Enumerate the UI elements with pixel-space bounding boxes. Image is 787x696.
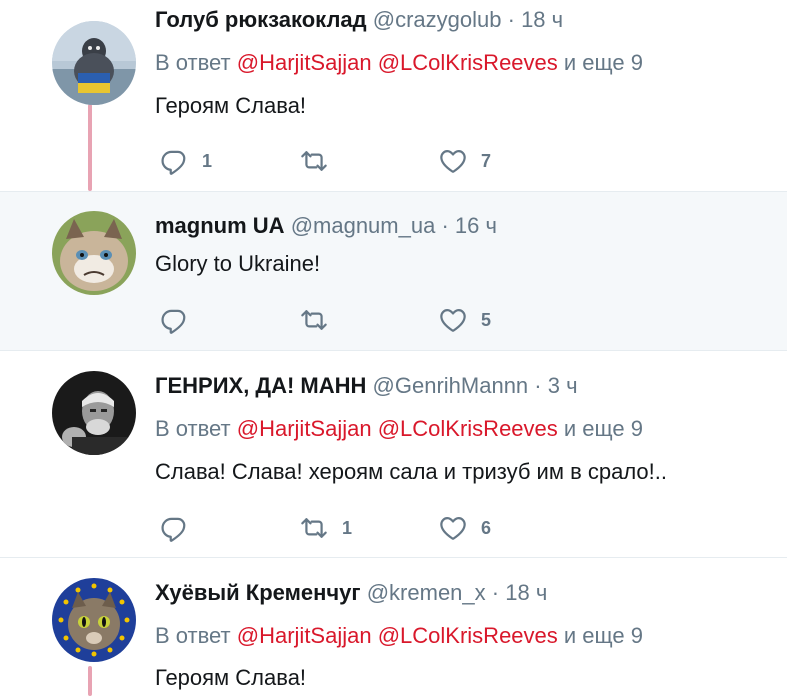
reply-others[interactable]: и еще 9 [564,50,643,75]
thread-line [88,104,92,191]
reply-prefix: В ответ [155,416,231,441]
author-name[interactable]: Хуёвый Кременчуг [155,580,361,605]
tweet-header: magnum UA @magnum_ua · 16 ч [155,213,497,239]
timestamp[interactable]: 18 ч [521,7,563,32]
author-handle[interactable]: @crazygolub [373,7,502,32]
retweet-button[interactable]: 1 [300,513,352,543]
tweet-header: Хуёвый Кременчуг @kremen_x · 18 ч [155,580,547,606]
author-name[interactable]: magnum UA [155,213,285,238]
reply-button[interactable]: 1 [160,146,212,176]
author-handle[interactable]: @kremen_x [367,580,486,605]
author-handle[interactable]: @magnum_ua [291,213,436,238]
mention-link[interactable]: @LColKrisReeves [378,50,558,75]
pigeon-avatar[interactable] [52,21,136,105]
like-count: 5 [481,309,492,330]
mention-link[interactable]: @LColKrisReeves [378,416,558,441]
retweet-icon [300,147,328,175]
like-count: 6 [481,517,492,538]
tweet-1[interactable]: Голуб рюкзакоклад @crazygolub · 18 ч В о… [0,0,787,191]
thread-line [88,666,92,696]
reply-context: В ответ @HarjitSajjan @LColKrisReeves и … [155,416,643,442]
action-bar: 5 [155,305,555,335]
action-bar: 1 6 [155,513,555,543]
tweet-text: Героям Слава! [155,93,307,118]
reply-icon [160,514,188,542]
tweet-3[interactable]: ГЕНРИХ, ДА! МАНН @GenrihMannn · 3 ч В от… [0,350,787,557]
reply-prefix: В ответ [155,623,231,648]
like-button[interactable]: 5 [439,305,491,335]
reply-icon [160,147,188,175]
mention-link[interactable]: @HarjitSajjan [237,50,372,75]
tweet-text: Героям Слава! [155,665,307,690]
retweet-button[interactable] [300,146,342,176]
tweet-text: Слава! Слава! хероям сала и тризуб им в … [155,459,668,484]
reply-button[interactable] [160,513,202,543]
mention-link[interactable]: @HarjitSajjan [237,623,372,648]
reply-context: В ответ @HarjitSajjan @LColKrisReeves и … [155,623,643,649]
grumpy-cat-avatar[interactable] [52,211,136,295]
retweet-icon [300,306,328,334]
reply-others[interactable]: и еще 9 [564,623,643,648]
like-count: 7 [481,150,492,171]
retweet-icon [300,514,328,542]
heart-icon [439,514,467,542]
author-name[interactable]: Голуб рюкзакоклад [155,7,367,32]
author-name[interactable]: ГЕНРИХ, ДА! МАНН [155,373,366,398]
separator-dot: · [441,213,449,238]
retweet-button[interactable] [300,305,342,335]
heart-icon [439,147,467,175]
timestamp[interactable]: 18 ч [505,580,547,605]
reply-others[interactable]: и еще 9 [564,416,643,441]
eu-cat-avatar[interactable] [52,578,136,662]
retweet-count: 1 [342,517,353,538]
author-handle[interactable]: @GenrihMannn [373,373,529,398]
timestamp[interactable]: 3 ч [548,373,578,398]
reply-count: 1 [202,150,213,171]
mention-link[interactable]: @HarjitSajjan [237,416,372,441]
man-portrait-avatar[interactable] [52,371,136,455]
tweet-header: ГЕНРИХ, ДА! МАНН @GenrihMannn · 3 ч [155,373,578,399]
tweet-text: Glory to Ukraine! [155,251,321,276]
reply-context: В ответ @HarjitSajjan @LColKrisReeves и … [155,50,643,76]
reply-button[interactable] [160,305,202,335]
reply-icon [160,306,188,334]
timestamp[interactable]: 16 ч [455,213,497,238]
tweet-2[interactable]: magnum UA @magnum_ua · 16 ч Glory to Ukr… [0,191,787,350]
separator-dot: · [491,580,500,605]
heart-icon [439,306,467,334]
mention-link[interactable]: @LColKrisReeves [378,623,558,648]
separator-dot: · [507,7,515,32]
reply-prefix: В ответ [155,50,231,75]
tweet-4[interactable]: Хуёвый Кременчуг @kremen_x · 18 ч В отве… [0,557,787,696]
like-button[interactable]: 6 [439,513,491,543]
tweet-header: Голуб рюкзакоклад @crazygolub · 18 ч [155,7,563,33]
action-bar: 1 7 [155,146,555,176]
like-button[interactable]: 7 [439,146,491,176]
separator-dot: · [534,373,542,398]
